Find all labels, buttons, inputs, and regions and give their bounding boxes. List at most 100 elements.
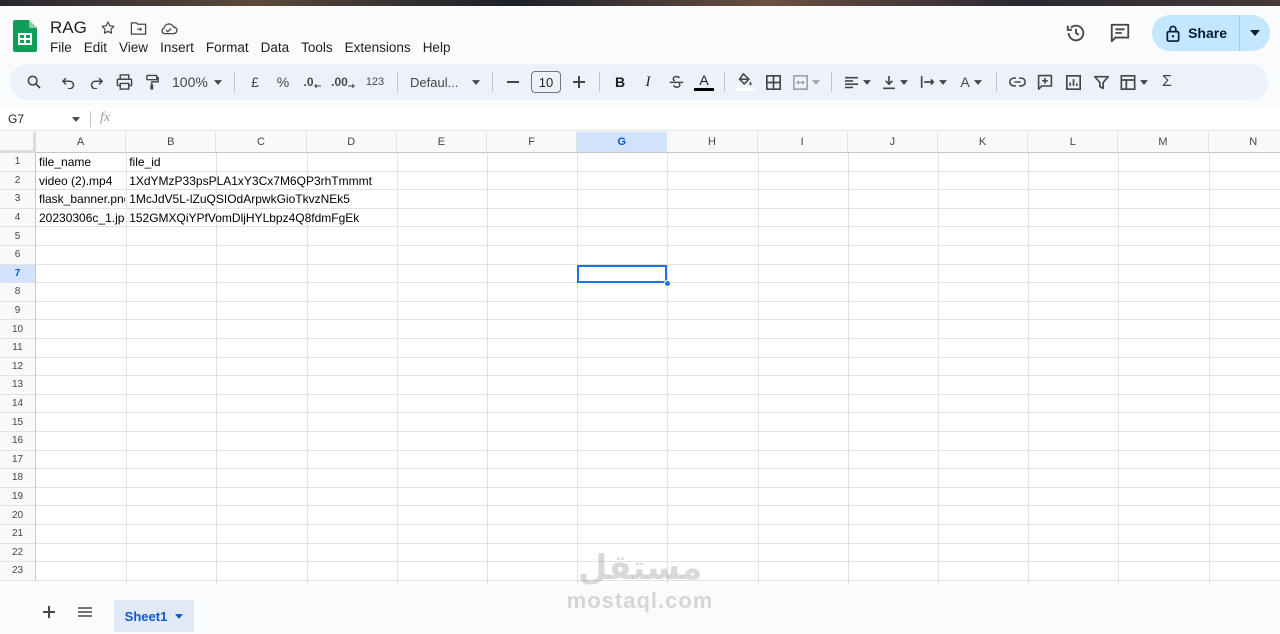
filter-views-button[interactable] (1115, 68, 1153, 96)
menu-help[interactable]: Help (417, 38, 457, 57)
functions-button[interactable]: Σ (1153, 68, 1181, 96)
fill-handle[interactable] (664, 280, 671, 287)
column-header-n[interactable]: N (1208, 132, 1280, 153)
row-header-6[interactable]: 6 (0, 246, 36, 265)
spreadsheet-grid[interactable]: A B C D E F G H I J K L M N 1 2 3 4 5 6 7 8 9 10 11 12 13 14 15 16 17 1… (0, 132, 1280, 584)
cell-a3[interactable]: flask_banner.png (36, 190, 125, 208)
document-title[interactable]: RAG (50, 18, 87, 38)
row-header-21[interactable]: 21 (0, 525, 36, 544)
share-dropdown-button[interactable] (1240, 15, 1270, 51)
menu-insert[interactable]: Insert (154, 38, 200, 57)
selected-cell-outline[interactable] (577, 265, 667, 283)
font-family-select[interactable]: Defaul... (404, 68, 486, 96)
cell-a2[interactable]: video (2).mp4 (36, 172, 125, 190)
row-header-16[interactable]: 16 (0, 432, 36, 451)
row-header-9[interactable]: 9 (0, 301, 36, 321)
bold-button[interactable]: B (606, 68, 634, 96)
create-filter-button[interactable] (1087, 68, 1115, 96)
decrease-decimal-button[interactable]: .0 (297, 68, 327, 96)
version-history-button[interactable] (1056, 15, 1096, 51)
row-header-13[interactable]: 13 (0, 376, 36, 395)
row-header-1[interactable]: 1 (0, 153, 36, 172)
borders-button[interactable] (759, 68, 787, 96)
column-header-h[interactable]: H (667, 132, 758, 153)
row-header-2[interactable]: 2 (0, 171, 36, 191)
cell-b3[interactable]: 1McJdV5L-lZuQSIOdArpwkGioTkvzNEk5 (126, 190, 397, 208)
increase-font-size-button[interactable] (565, 68, 593, 96)
row-header-7[interactable]: 7 (0, 264, 36, 284)
column-header-a[interactable]: A (36, 132, 127, 153)
select-all-corner[interactable] (0, 132, 36, 153)
row-header-14[interactable]: 14 (0, 394, 36, 414)
column-header-g[interactable]: G (577, 132, 668, 153)
menu-view[interactable]: View (113, 38, 154, 57)
row-header-3[interactable]: 3 (0, 190, 36, 209)
all-sheets-button[interactable] (73, 602, 97, 622)
name-box[interactable]: G7 (0, 107, 88, 131)
row-header-18[interactable]: 18 (0, 469, 36, 488)
text-rotation-button[interactable]: A (952, 68, 990, 96)
search-menus-button[interactable] (20, 68, 48, 96)
print-button[interactable] (110, 68, 138, 96)
insert-chart-button[interactable] (1059, 68, 1087, 96)
column-header-j[interactable]: J (847, 132, 938, 153)
increase-decimal-button[interactable]: .00 (327, 68, 359, 96)
menu-format[interactable]: Format (200, 38, 255, 57)
font-size-input[interactable]: 10 (531, 71, 561, 93)
text-wrapping-button[interactable] (914, 68, 952, 96)
menu-extensions[interactable]: Extensions (339, 38, 417, 57)
menu-edit[interactable]: Edit (78, 38, 113, 57)
cell-a4[interactable]: 20230306c_1.jpg (36, 209, 125, 227)
share-button[interactable]: Share (1152, 15, 1240, 51)
more-formats-button[interactable]: 123 (359, 68, 391, 96)
merge-cells-button[interactable] (787, 68, 825, 96)
move-folder-icon[interactable] (127, 18, 149, 38)
add-sheet-button[interactable] (37, 602, 61, 622)
insert-link-button[interactable] (1003, 68, 1031, 96)
cloud-saved-icon[interactable] (157, 18, 179, 38)
menu-data[interactable]: Data (255, 38, 296, 57)
vertical-align-button[interactable] (876, 68, 914, 96)
star-icon[interactable] (97, 18, 119, 38)
cell-b2[interactable]: 1XdYMzP33psPLA1xY3Cx7M6QP3rhTmmmt (126, 172, 397, 190)
sheets-logo-icon[interactable] (13, 20, 37, 52)
row-header-15[interactable]: 15 (0, 413, 36, 432)
column-header-c[interactable]: C (216, 132, 307, 153)
row-header-19[interactable]: 19 (0, 487, 36, 507)
cell-a1[interactable]: file_name (36, 153, 125, 171)
strikethrough-button[interactable] (662, 68, 690, 96)
redo-button[interactable] (82, 68, 110, 96)
column-header-e[interactable]: E (396, 132, 487, 153)
row-header-10[interactable]: 10 (0, 320, 36, 339)
row-header-11[interactable]: 11 (0, 339, 36, 358)
column-header-b[interactable]: B (126, 132, 217, 153)
column-header-f[interactable]: F (487, 132, 578, 153)
column-header-l[interactable]: L (1028, 132, 1119, 153)
zoom-select[interactable]: 100% (166, 68, 228, 96)
decrease-font-size-button[interactable] (499, 68, 527, 96)
row-header-12[interactable]: 12 (0, 357, 36, 377)
row-header-23[interactable]: 23 (0, 562, 36, 581)
row-header-8[interactable]: 8 (0, 283, 36, 302)
column-header-i[interactable]: I (757, 132, 848, 153)
cell-b1[interactable]: file_id (126, 153, 397, 171)
comments-button[interactable] (1100, 15, 1140, 51)
menu-file[interactable]: File (44, 38, 78, 57)
column-header-k[interactable]: K (938, 132, 1029, 153)
column-header-d[interactable]: D (306, 132, 397, 153)
row-header-20[interactable]: 20 (0, 506, 36, 525)
format-currency-button[interactable]: £ (241, 68, 269, 96)
row-header-5[interactable]: 5 (0, 227, 36, 246)
undo-button[interactable] (54, 68, 82, 96)
insert-comment-button[interactable] (1031, 68, 1059, 96)
row-header-4[interactable]: 4 (0, 208, 36, 228)
text-color-button[interactable]: A (690, 68, 718, 96)
paint-format-button[interactable] (138, 68, 166, 96)
format-percent-button[interactable]: % (269, 68, 297, 96)
row-header-17[interactable]: 17 (0, 450, 36, 470)
row-header-22[interactable]: 22 (0, 543, 36, 563)
column-header-m[interactable]: M (1118, 132, 1209, 153)
cell-b4[interactable]: 152GMXQiYPfVomDljHYLbpz4Q8fdmFgEk (126, 209, 397, 227)
sheet-tab-sheet1[interactable]: Sheet1 (114, 600, 194, 632)
menu-tools[interactable]: Tools (295, 38, 339, 57)
